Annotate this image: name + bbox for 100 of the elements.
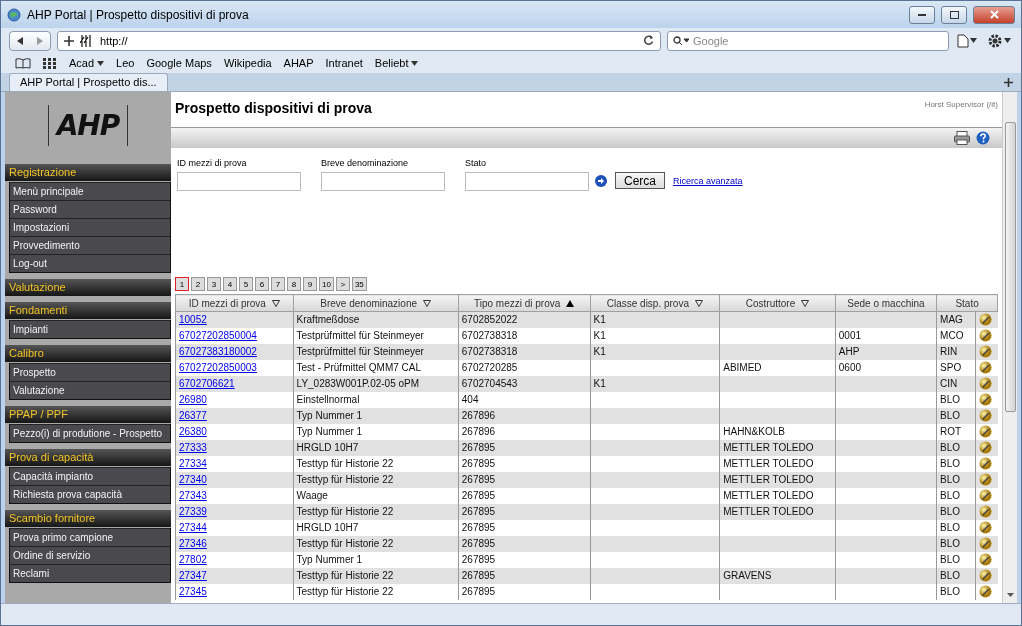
table-cell: ROT [936,423,976,440]
table-cell: CIN [936,375,976,392]
column-header[interactable]: Sede o macchina [835,294,937,312]
page-button[interactable]: 9 [303,277,317,291]
sidebar-item[interactable]: Impostazioni [10,218,170,236]
sidebar-section-title[interactable]: Prova di capacità [5,449,171,466]
id-link[interactable]: 27339 [179,506,207,517]
id-link[interactable]: 27340 [179,474,207,485]
table-cell: Testtyp für Historie 22 [293,583,459,600]
column-header[interactable]: Tipo mezzi di prova [458,294,590,312]
table-cell: 267895 [458,439,590,456]
sidebar-item[interactable]: Prospetto [10,363,170,381]
id-link[interactable]: 27344 [179,522,207,533]
column-header[interactable]: Costruttore [719,294,836,312]
table-cell: GRAVENS [719,567,836,584]
table-cell: BLO [936,535,976,552]
bookmark-link[interactable]: Intranet [325,57,363,69]
filter-label: ID mezzi di prova [177,158,248,168]
table-cell: K1 [590,327,720,344]
address-bar[interactable]: http:// [57,30,661,51]
table-cell: Testtyp für Historie 22 [293,567,459,584]
sidebar-section-title[interactable]: Scambio fornitore [5,510,171,527]
table-cell: Einstellnormal [293,391,459,408]
table-cell: METTLER TOLEDO [719,439,836,456]
table-cell: METTLER TOLEDO [719,503,836,520]
bookmark-link[interactable]: Acad [69,57,105,69]
sidebar-section-title[interactable]: PPAP / PPF [5,406,171,423]
search-button[interactable]: Cerca [615,172,665,189]
column-header[interactable]: Breve denominazione [293,294,459,312]
table-cell: Typ Nummer 1 [293,551,459,568]
bookmark-link[interactable]: Beliebt [374,57,419,69]
bookmark-link[interactable]: AHAP [283,57,314,69]
sidebar-item[interactable]: Prova primo campione [10,528,170,546]
sidebar-item[interactable]: Impianti [10,320,170,338]
id-link[interactable]: 6702706621 [179,378,235,389]
id-link[interactable]: 27802 [179,554,207,565]
id-link[interactable]: 26980 [179,394,207,405]
page-button[interactable]: 8 [287,277,301,291]
bookmark-link[interactable]: Wikipedia [223,57,272,69]
page-button[interactable]: 35 [351,277,367,291]
table-cell: 0600 [835,359,937,376]
table-cell: Testtyp für Historie 22 [293,455,459,472]
sidebar-item[interactable]: Richiesta prova capacità [10,485,170,503]
table-cell: Testprüfmittel für Steinmeyer [293,327,459,344]
table-cell: RIN [936,343,976,360]
id-link[interactable]: 27334 [179,458,207,469]
page-button[interactable]: 4 [223,277,237,291]
id-link[interactable]: 27333 [179,442,207,453]
sidebar-section-title[interactable]: Valutazione [5,279,171,296]
column-header[interactable]: Classe disp. prova [590,294,720,312]
page-button[interactable]: 2 [191,277,205,291]
id-link[interactable]: 26377 [179,410,207,421]
sidebar-item[interactable]: Password [10,200,170,218]
table-cell: BLO [936,391,976,408]
id-link[interactable]: 67027383180002 [179,346,257,357]
id-link[interactable]: 67027202850004 [179,330,257,341]
column-header[interactable]: Stato [936,294,998,312]
sidebar-item[interactable]: Pezzo(i) di produtione - Prospetto [10,424,170,442]
browser-tab[interactable]: AHP Portal | Prospetto dis... [9,73,168,91]
table-cell: 267896 [458,407,590,424]
table-cell: BLO [936,519,976,536]
id-link[interactable]: 26380 [179,426,207,437]
sidebar-section-title[interactable]: Calibro [5,345,171,362]
sidebar-item[interactable]: Ordine di servizio [10,546,170,564]
id-link[interactable]: 27343 [179,490,207,501]
table-cell: 6702738318 [458,343,590,360]
id-link[interactable]: 27345 [179,586,207,597]
id-link[interactable]: 67027202850003 [179,362,257,373]
id-link[interactable]: 27346 [179,538,207,549]
sidebar-section-title[interactable]: Registrazione [5,164,171,181]
sidebar-item[interactable]: Reclami [10,564,170,582]
page-button[interactable]: 10 [319,277,334,291]
sidebar-item[interactable]: Menù principale [10,182,170,200]
filter-label: Breve denominazione [321,158,410,168]
advanced-search-link[interactable]: Ricerca avanzata [673,175,743,186]
sidebar-item[interactable]: Capacità impianto [10,467,170,485]
table-cell: AHP [835,343,937,360]
sidebar-section-title[interactable]: Fondamenti [5,302,171,319]
table-cell: 267895 [458,583,590,600]
sidebar-item[interactable]: Log-out [10,254,170,272]
search-field[interactable]: Google [667,30,949,51]
table-cell: BLO [936,455,976,472]
table-cell: METTLER TOLEDO [719,455,836,472]
page-button[interactable]: 1 [175,277,189,291]
page-button[interactable]: 5 [239,277,253,291]
table-cell: Testtyp für Historie 22 [293,503,459,520]
page-button[interactable]: 6 [255,277,269,291]
table-cell: METTLER TOLEDO [719,487,836,504]
column-header[interactable]: ID mezzi di prova [175,294,294,312]
id-link[interactable]: 27347 [179,570,207,581]
bookmark-link[interactable]: Leo [116,57,135,69]
id-link[interactable]: 10052 [179,314,207,326]
table-cell: Kraftmeßdose [293,311,459,328]
page-button[interactable]: 3 [207,277,221,291]
sidebar-item[interactable]: Valutazione [10,381,170,399]
page-button[interactable]: 7 [271,277,285,291]
user-name: Horst Supervisor (/it) [924,100,998,109]
sidebar-item[interactable]: Provvedimento [10,236,170,254]
bookmark-link[interactable]: Google Maps [146,57,212,69]
page-button[interactable]: > [335,277,350,291]
